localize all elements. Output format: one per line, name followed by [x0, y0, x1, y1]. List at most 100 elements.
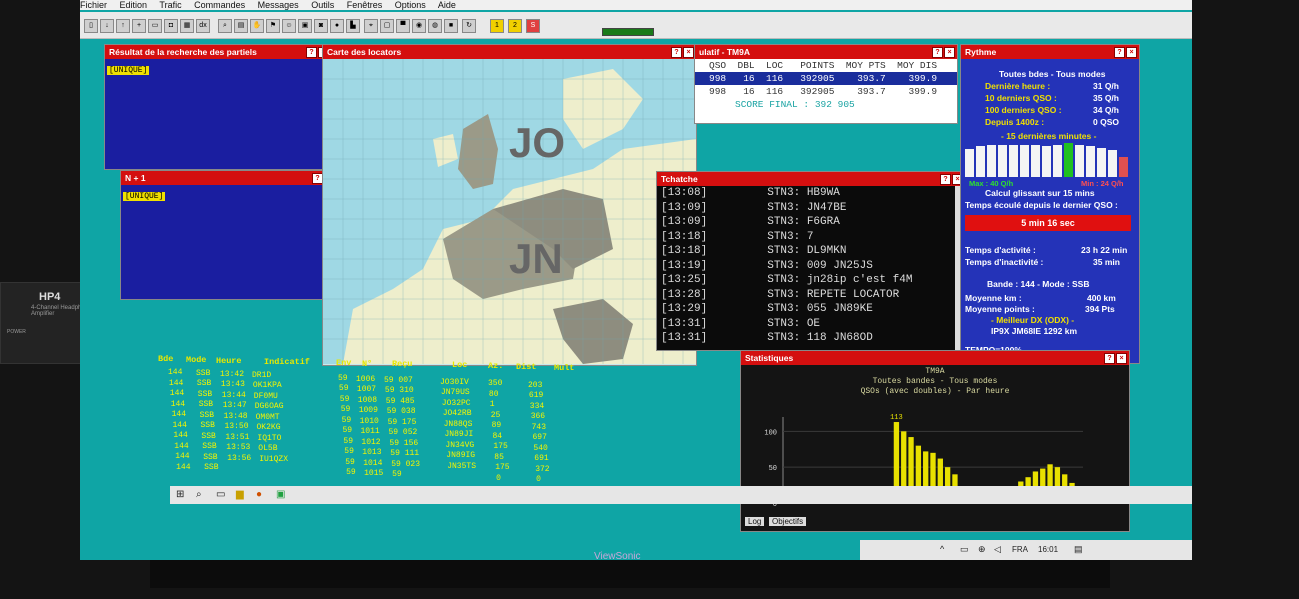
grid-icon[interactable]: ▦ — [180, 19, 194, 33]
log-header-7[interactable]: Loc — [452, 360, 467, 370]
arrow-down-icon[interactable]: ↓ — [100, 19, 114, 33]
log-cell-recu[interactable]: 59 175 — [388, 418, 417, 427]
log-cell-az[interactable]: 0 — [496, 474, 501, 483]
log-header-3[interactable]: Indicatif — [264, 357, 310, 367]
log-cell-mode[interactable]: SSB — [200, 411, 214, 420]
cumul-row[interactable]: 998 16 116 392905 393.7 399.9 — [695, 85, 957, 98]
log-cell-env[interactable]: 59 — [341, 405, 351, 414]
log-cell-heure[interactable]: 13:48 — [224, 412, 248, 421]
log-cell-env[interactable]: 59 — [342, 416, 352, 425]
log-cell-recu[interactable]: 59 007 — [384, 376, 413, 385]
log-header-2[interactable]: Heure — [216, 356, 242, 366]
log-cell-recu[interactable]: 59 485 — [386, 397, 415, 406]
log-cell-heure[interactable]: 13:42 — [220, 370, 244, 379]
menu-fenetres[interactable]: Fenêtres — [347, 0, 383, 10]
log-cell-az[interactable]: 80 — [489, 390, 499, 399]
log-cell-az[interactable]: 85 — [494, 453, 504, 462]
log-cell-bde[interactable]: 144 — [172, 410, 186, 419]
log-cell-dist[interactable]: 366 — [531, 412, 545, 421]
log-cell-mode[interactable]: SSB — [201, 432, 215, 441]
log-cell-recu[interactable]: 59 156 — [389, 439, 418, 448]
window-icon[interactable]: ▭ — [148, 19, 162, 33]
log-cell-bde[interactable]: 144 — [176, 463, 190, 472]
log-cell-env[interactable]: 59 — [340, 395, 350, 404]
tab-log[interactable]: Log — [745, 517, 765, 526]
log-cell-mode[interactable]: SSB — [201, 421, 215, 430]
globe-icon[interactable]: ◍ — [428, 19, 442, 33]
log-cell-loc[interactable]: JN35TS — [447, 462, 476, 471]
battery-icon[interactable]: ▭ — [960, 544, 969, 555]
log-cell-n[interactable]: 1007 — [357, 385, 376, 394]
one-icon[interactable]: 1 — [490, 19, 504, 33]
log-cell-n[interactable]: 1015 — [364, 469, 383, 478]
log-cell-loc[interactable]: JN88QS — [444, 420, 473, 429]
log-cell-n[interactable]: 1008 — [358, 396, 377, 405]
log-cell-heure[interactable]: 13:44 — [222, 391, 246, 400]
log-cell-dist[interactable]: 743 — [532, 423, 546, 432]
log-cell-env[interactable]: 59 — [338, 374, 348, 383]
file-explorer-icon[interactable]: ▆ — [236, 489, 244, 500]
menu-fichier[interactable]: Fichier — [80, 0, 107, 10]
bullet-icon[interactable]: ● — [330, 19, 344, 33]
log-cell-bde[interactable]: 144 — [169, 379, 183, 388]
log-cell-recu[interactable]: 59 023 — [391, 460, 420, 469]
two-icon[interactable]: 2 — [508, 19, 522, 33]
log-header-9[interactable]: Dist — [516, 362, 536, 372]
notifications-icon[interactable]: ▤ — [1074, 544, 1083, 555]
log-cell-call[interactable]: DF0MU — [254, 392, 278, 401]
log-header-5[interactable]: N° — [362, 359, 372, 369]
log-cell-heure[interactable]: 13:53 — [226, 443, 250, 452]
log-cell-n[interactable]: 1011 — [361, 427, 380, 436]
task-view-icon[interactable]: ▭ — [216, 489, 225, 500]
log-cell-az[interactable]: 350 — [488, 379, 502, 388]
log-cell-n[interactable]: 1012 — [361, 438, 380, 447]
help-icon[interactable]: ? — [1114, 47, 1125, 58]
search-icon[interactable]: ⌕ — [196, 489, 202, 500]
firefox-icon[interactable]: ● — [256, 489, 262, 500]
clock[interactable]: 16:01 — [1038, 545, 1058, 554]
log-cell-n[interactable]: 1006 — [356, 375, 375, 384]
log-cell-mode[interactable]: SSB — [197, 379, 211, 388]
plus-icon[interactable]: + — [132, 19, 146, 33]
windows-start-icon[interactable]: ⊞ — [176, 489, 184, 500]
log-cell-dist[interactable]: 540 — [533, 444, 547, 453]
menu-commandes[interactable]: Commandes — [194, 0, 245, 10]
chevron-up-icon[interactable]: ^ — [940, 544, 944, 554]
log-cell-call[interactable]: OM0MT — [256, 413, 280, 422]
log-cell-dist[interactable]: 691 — [534, 454, 548, 463]
log-cell-mode[interactable]: SSB — [196, 369, 210, 378]
close-icon[interactable]: × — [683, 47, 694, 58]
flag-icon[interactable]: ⚑ — [266, 19, 280, 33]
help-icon[interactable]: ? — [940, 174, 951, 185]
chart-icon[interactable]: ▙ — [346, 19, 360, 33]
log-header-4[interactable]: Env — [336, 358, 351, 368]
help-icon[interactable]: ? — [932, 47, 943, 58]
app-icon[interactable]: ▣ — [276, 489, 285, 500]
menu-messages[interactable]: Messages — [258, 0, 299, 10]
hand-icon[interactable]: ✋ — [250, 19, 264, 33]
window2-icon[interactable]: ▢ — [380, 19, 394, 33]
log-cell-dist[interactable]: 372 — [535, 465, 549, 474]
split-icon[interactable]: S — [526, 19, 540, 33]
log-cell-call[interactable]: IU1QZX — [259, 455, 288, 464]
help-icon[interactable]: ? — [671, 47, 682, 58]
log-cell-n[interactable]: 1013 — [362, 448, 381, 457]
log-cell-call[interactable]: DG6OAG — [255, 402, 284, 411]
log-cell-call[interactable]: OK2KG — [257, 423, 281, 432]
log-cell-env[interactable]: 59 — [343, 426, 353, 435]
dx-icon[interactable]: dx — [196, 19, 210, 33]
cumul-row[interactable]: 998 16 116 392905 393.7 399.9 — [695, 72, 957, 85]
log-cell-loc[interactable]: JO42RB — [443, 409, 472, 418]
log-cell-call[interactable]: IQ1TO — [257, 434, 281, 443]
log-cell-az[interactable]: 25 — [491, 411, 501, 420]
help-icon[interactable]: ? — [1104, 353, 1115, 364]
cursor-icon[interactable]: ⌖ — [364, 19, 378, 33]
search-icon[interactable]: ⌕ — [218, 19, 232, 33]
log-cell-call[interactable]: DR1D — [252, 371, 271, 380]
log-cell-dist[interactable]: 619 — [529, 391, 543, 400]
menu-options[interactable]: Options — [395, 0, 426, 10]
log-cell-loc[interactable]: JN34VG — [445, 441, 474, 450]
log-header-10[interactable]: Mult — [554, 363, 574, 373]
close-icon[interactable]: × — [1126, 47, 1137, 58]
close-icon[interactable]: × — [1116, 353, 1127, 364]
